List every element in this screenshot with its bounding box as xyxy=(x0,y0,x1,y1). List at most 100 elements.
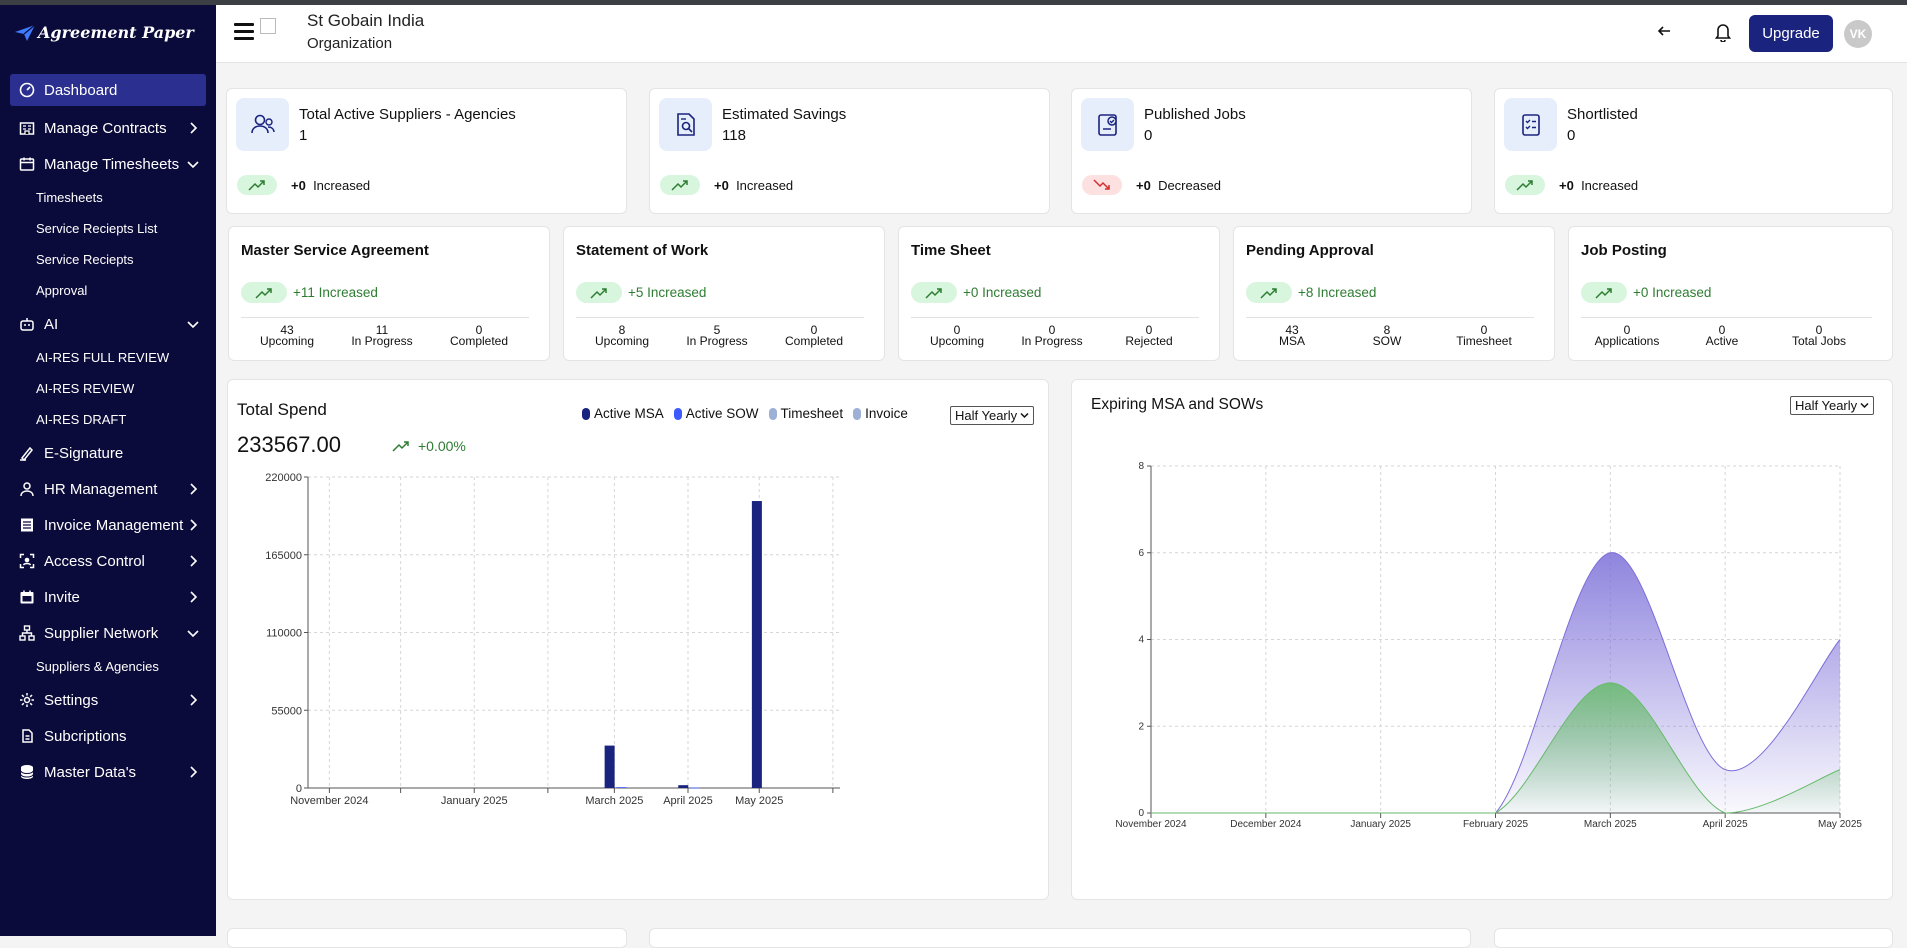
paper-plane-icon xyxy=(15,24,36,41)
sidebar-item-access-control[interactable]: Access Control xyxy=(10,543,206,579)
sidebar-subitem-ai-res-draft[interactable]: AI-RES DRAFT xyxy=(0,404,216,435)
trend-up-icon xyxy=(1246,282,1292,303)
summary-stat-label: Active xyxy=(1705,334,1739,348)
sidebar-item-invoice-management[interactable]: Invoice Management xyxy=(10,507,206,543)
organization-name: St Gobain India xyxy=(307,11,425,30)
stat-title: Shortlisted xyxy=(1567,106,1638,123)
bottom-card-left xyxy=(227,928,627,948)
summary-stat: 8 SOW xyxy=(1342,324,1432,347)
stat-card-estimated-savings: Estimated Savings 118 +0 Increased xyxy=(649,88,1050,214)
sidebar-item-ai[interactable]: AI xyxy=(10,306,206,342)
bottom-card-right xyxy=(1494,928,1893,948)
sidebar-subitem-timesheets[interactable]: Timesheets xyxy=(0,182,216,213)
sidebar-item-supplier-network[interactable]: Supplier Network xyxy=(10,615,206,651)
total-spend-card: Total Spend Active MSA Active SOW Timesh… xyxy=(227,379,1049,900)
x-tick-label: March 2025 xyxy=(1584,819,1637,830)
sidebar-item-manage-contracts[interactable]: Manage Contracts xyxy=(10,110,206,146)
y-tick-label: 0 xyxy=(1138,808,1144,819)
sidebar-item-subscriptions[interactable]: Subcriptions xyxy=(10,718,206,754)
sidebar-item-master-data[interactable]: Master Data's xyxy=(10,754,206,790)
face-scan-icon xyxy=(18,552,36,570)
sidebar-item-label: Manage Timesheets xyxy=(44,155,180,173)
summary-title: Master Service Agreement xyxy=(241,242,429,259)
x-tick-label: November 2024 xyxy=(1115,819,1187,830)
summary-trend: +8 Increased xyxy=(1298,285,1377,300)
trend-down-icon xyxy=(1082,175,1122,195)
summary-stat-label: Upcoming xyxy=(259,334,315,348)
summary-title: Job Posting xyxy=(1581,242,1667,259)
summary-stat: 11 In Progress xyxy=(337,324,427,348)
sidebar-nav: Dashboard Manage Contracts Manage Timesh… xyxy=(0,74,216,790)
users-icon xyxy=(236,98,289,151)
y-tick-label: 165000 xyxy=(265,550,302,562)
back-arrow-icon[interactable] xyxy=(1656,23,1672,39)
subscription-icon xyxy=(18,727,36,745)
app-logo[interactable]: Agreement Paper xyxy=(14,23,194,42)
summary-stat: 5 In Progress xyxy=(672,324,762,348)
summary-stat-label: In Progress xyxy=(686,334,748,348)
stat-trend: +0 Increased xyxy=(714,178,793,193)
stat-card-shortlisted: Shortlisted 0 +0 Increased xyxy=(1494,88,1893,214)
sidebar-subitem-approval[interactable]: Approval xyxy=(0,275,216,306)
stat-delta: +0 xyxy=(1136,178,1151,193)
sidebar-item-manage-timesheets[interactable]: Manage Timesheets xyxy=(10,146,206,182)
summary-card-pending-approval: Pending Approval +8 Increased 43 MSA 8 SOW… xyxy=(1233,226,1555,361)
summary-stat-label: Timesheet xyxy=(1456,334,1512,348)
trend-up-icon xyxy=(576,282,622,303)
gear-icon xyxy=(18,691,36,709)
x-tick-label: February 2025 xyxy=(1463,819,1528,830)
user-avatar[interactable]: VK xyxy=(1844,20,1872,48)
summary-stat-label: In Progress xyxy=(351,334,413,348)
spend-bar xyxy=(751,501,762,788)
sidebar-item-dashboard[interactable]: Dashboard xyxy=(10,74,206,106)
summary-stat: 0 Completed xyxy=(769,324,859,347)
spend-bar xyxy=(616,787,627,788)
hamburger-menu-icon[interactable] xyxy=(234,23,254,41)
sidebar-item-label: HR Management xyxy=(44,480,158,498)
stat-delta: +0 xyxy=(291,178,306,193)
summary-stat: 43 MSA xyxy=(1247,324,1337,348)
sidebar-subitem-service-receipts[interactable]: Service Reciepts xyxy=(0,244,216,275)
robot-icon xyxy=(18,315,36,333)
spend-bar xyxy=(604,745,615,788)
sidebar-item-label: E-Signature xyxy=(44,444,124,462)
summary-stat-label: Applications xyxy=(1594,334,1660,348)
sidebar-item-settings[interactable]: Settings xyxy=(10,682,206,718)
sidebar-item-invite[interactable]: Invite xyxy=(10,579,206,615)
chevron-down-icon xyxy=(187,321,199,329)
summary-stat: 0 Completed xyxy=(434,324,524,347)
stat-value: 1 xyxy=(299,127,308,144)
summary-trend: +5 Increased xyxy=(628,285,707,300)
building-icon xyxy=(18,119,36,137)
divider xyxy=(1581,317,1872,318)
stat-delta: +0 xyxy=(714,178,729,193)
sidebar-subitem-service-receipts-list[interactable]: Service Reciepts List xyxy=(0,213,216,244)
x-tick-label: January 2025 xyxy=(1350,819,1411,830)
chevron-down-icon xyxy=(187,630,199,638)
sidebar-subitem-ai-res-review[interactable]: AI-RES REVIEW xyxy=(0,373,216,404)
y-tick-label: 4 xyxy=(1138,635,1144,646)
sidebar-subitem-ai-res-full-review[interactable]: AI-RES FULL REVIEW xyxy=(0,342,216,373)
x-tick-label: May 2025 xyxy=(735,795,783,807)
y-tick-label: 2 xyxy=(1138,721,1144,732)
sidebar-subitem-suppliers-agencies[interactable]: Suppliers & Agencies xyxy=(0,651,216,682)
summary-card-msa: Master Service Agreement +11 Increased 4… xyxy=(228,226,550,361)
sidebar-item-label: Supplier Network xyxy=(44,624,159,642)
stat-title: Estimated Savings xyxy=(722,106,847,123)
summary-stat: 0 Active xyxy=(1677,324,1767,348)
trend-up-icon xyxy=(1581,282,1627,303)
trend-up-icon xyxy=(911,282,957,303)
stat-trend: +0 Decreased xyxy=(1136,178,1221,193)
summary-stat-label: MSA xyxy=(1278,334,1305,348)
notification-bell-icon[interactable] xyxy=(1714,22,1732,42)
upgrade-button[interactable]: Upgrade xyxy=(1749,15,1833,52)
divider xyxy=(241,317,529,318)
job-check-icon xyxy=(1081,98,1134,151)
database-icon xyxy=(18,763,36,781)
stat-card-suppliers: Total Active Suppliers - Agencies 1 +0 I… xyxy=(226,88,627,214)
sidebar-item-e-signature[interactable]: E-Signature xyxy=(10,435,206,471)
sidebar-item-hr-management[interactable]: HR Management xyxy=(10,471,206,507)
summary-stat-label: Rejected xyxy=(1125,334,1173,348)
speedometer-icon xyxy=(18,81,36,99)
y-tick-label: 55000 xyxy=(271,705,302,717)
